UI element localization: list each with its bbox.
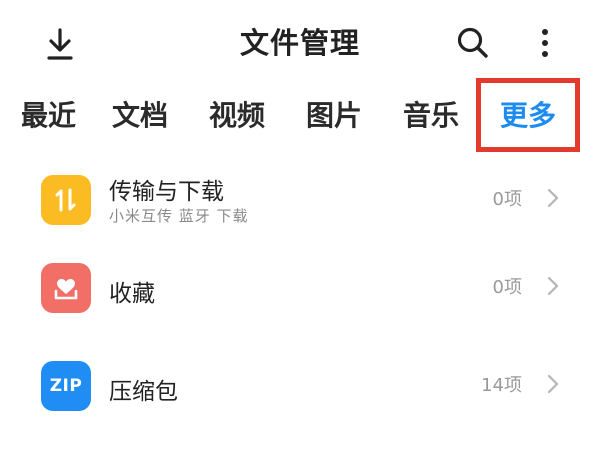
tab-documents[interactable]: 文档 xyxy=(112,94,168,138)
list-item-label: 压缩包 xyxy=(109,379,178,405)
zip-icon: ZIP xyxy=(41,361,91,411)
item-count: 14项 xyxy=(481,375,522,396)
favorites-icon xyxy=(41,263,91,313)
chevron-right-icon xyxy=(547,374,559,394)
chevron-right-icon xyxy=(547,188,559,208)
page-title: 文件管理 xyxy=(239,26,360,60)
more-vertical-icon xyxy=(542,29,548,57)
list-item-favorites[interactable]: 收藏 0项 xyxy=(0,248,600,346)
tab-recent[interactable]: 最近 xyxy=(22,94,76,138)
highlight-annotation xyxy=(476,78,580,152)
item-count: 0项 xyxy=(492,189,522,210)
list-item-transfer[interactable]: 传输与下载 小米互传 蓝牙 下载 0项 xyxy=(0,160,600,258)
tab-videos[interactable]: 视频 xyxy=(209,94,265,138)
item-count: 0项 xyxy=(492,277,522,298)
search-button[interactable] xyxy=(450,20,496,66)
list-item-archives[interactable]: ZIP 压缩包 14项 xyxy=(0,346,600,444)
more-options-button[interactable] xyxy=(522,20,568,66)
chevron-right-icon xyxy=(547,276,559,296)
top-bar: 文件管理 xyxy=(0,0,600,88)
list-item-label: 传输与下载 xyxy=(109,179,224,205)
tab-music[interactable]: 音乐 xyxy=(403,94,459,138)
file-manager-screen: 文件管理 最近 文档 视频 图片 音乐 更多 传输与下载 小米互传 蓝牙 下载 … xyxy=(0,0,600,450)
zip-icon-text: ZIP xyxy=(49,376,83,396)
tab-pictures[interactable]: 图片 xyxy=(306,94,362,138)
search-icon xyxy=(457,27,488,58)
transfer-icon xyxy=(41,175,91,225)
list-item-subtitle: 小米互传 蓝牙 下载 xyxy=(109,207,249,225)
list-item-label: 收藏 xyxy=(109,281,155,307)
